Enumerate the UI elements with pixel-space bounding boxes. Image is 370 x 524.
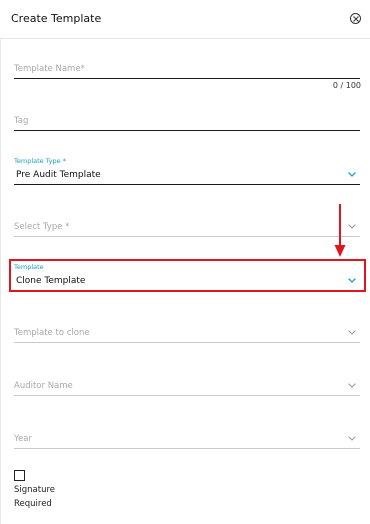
auditor-name-placeholder: Auditor Name: [14, 381, 73, 391]
chevron-down-icon: [348, 172, 356, 177]
year-placeholder: Year: [14, 434, 32, 444]
template-type-value: Pre Audit Template: [16, 170, 101, 180]
year-select[interactable]: Year: [14, 424, 360, 449]
template-to-clone-select[interactable]: Template to clone: [14, 318, 360, 343]
dialog-header: Create Template: [0, 0, 370, 39]
annotation-highlight-box: [9, 259, 366, 292]
template-to-clone-placeholder: Template to clone: [14, 328, 90, 338]
template-type-select[interactable]: Template Type * Pre Audit Template: [14, 157, 360, 185]
close-icon[interactable]: [350, 13, 361, 24]
chevron-down-icon: [348, 224, 356, 229]
signature-required-checkbox[interactable]: [14, 470, 25, 481]
select-type-select[interactable]: Select Type *: [14, 212, 360, 237]
annotation-arrow-icon: [334, 204, 346, 257]
select-type-placeholder: Select Type *: [14, 222, 70, 232]
chevron-down-icon: [348, 436, 356, 441]
template-name-input[interactable]: Template Name*: [14, 54, 360, 79]
dialog-title: Create Template: [11, 12, 102, 25]
tag-placeholder: Tag: [14, 116, 29, 126]
auditor-name-select[interactable]: Auditor Name: [14, 371, 360, 396]
signature-required-label: Signature Required: [14, 485, 56, 509]
template-name-placeholder: Template Name*: [14, 64, 85, 74]
chevron-down-icon: [348, 330, 356, 335]
character-counter: 0 / 100: [332, 81, 361, 90]
chevron-down-icon: [348, 383, 356, 388]
tag-input[interactable]: Tag: [14, 106, 360, 131]
panel-border: [0, 38, 1, 524]
template-type-label: Template Type *: [14, 157, 66, 165]
